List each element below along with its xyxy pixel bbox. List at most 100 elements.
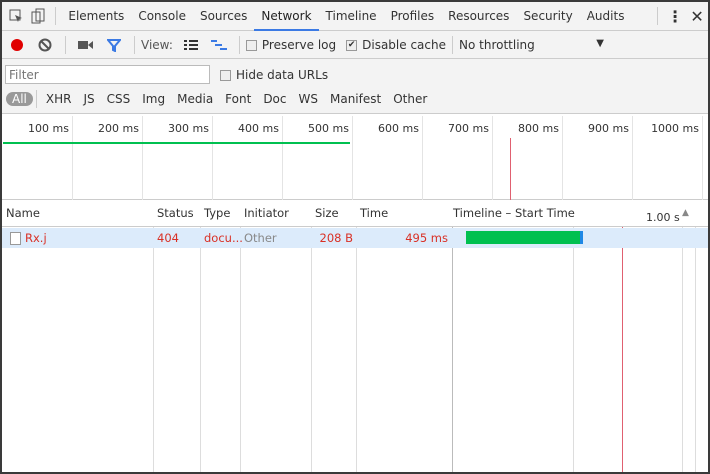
overview-tick: [72, 116, 73, 200]
preserve-log-label: Preserve log: [261, 37, 337, 52]
row-size: 208 B: [319, 231, 354, 245]
hide-data-urls-label: Hide data URLs: [236, 68, 329, 82]
overview-tick: [352, 116, 353, 200]
record-icon[interactable]: [6, 34, 28, 56]
filter-icon[interactable]: [103, 34, 125, 56]
devtools-window: Elements Console Sources Network Timelin…: [2, 2, 708, 472]
divider: [452, 35, 453, 54]
overview-tick: [632, 116, 633, 200]
inspect-element-icon[interactable]: [8, 5, 24, 27]
overview-tick-label: 100 ms: [28, 122, 69, 135]
network-toolbar: View: Preserve log ✔ Disable cache No thr…: [2, 31, 708, 59]
download-bar[interactable]: [580, 231, 583, 244]
divider: [54, 7, 56, 25]
header-time[interactable]: Time: [356, 200, 388, 227]
overview-tick-label: 200 ms: [98, 122, 139, 135]
header-type[interactable]: Type: [200, 200, 230, 227]
filter-media[interactable]: Media: [171, 92, 219, 106]
checkbox[interactable]: [245, 39, 257, 51]
overview-tick: [212, 116, 213, 200]
tab-network[interactable]: Network: [254, 2, 319, 31]
tab-audits[interactable]: Audits: [580, 2, 632, 31]
sort-ascending-icon: ▲: [682, 208, 689, 218]
checkbox[interactable]: [220, 70, 231, 81]
disable-cache-label: Disable cache: [362, 37, 446, 52]
divider: [238, 35, 240, 54]
overview-tick-label: 900 ms: [588, 122, 629, 135]
overview-tick-label: 800 ms: [518, 122, 559, 135]
filter-input[interactable]: [5, 65, 210, 84]
filter-other[interactable]: Other: [387, 92, 433, 106]
filter-xhr[interactable]: XHR: [40, 92, 78, 106]
overview-tick: [422, 116, 423, 200]
divider: [65, 35, 66, 54]
row-time: 495 ms: [405, 231, 448, 245]
overview-tick: [492, 116, 493, 200]
divider: [657, 7, 659, 25]
waterfall-overview-icon[interactable]: [208, 34, 230, 56]
throttling-value: No throttling: [459, 37, 535, 52]
resource-type-filters: All XHR JS CSS Img Media Font Doc WS Man…: [6, 90, 433, 108]
dropdown-arrow-icon: ▼: [596, 37, 604, 49]
tab-profiles[interactable]: Profiles: [384, 2, 442, 31]
header-initiator[interactable]: Initiator: [240, 200, 289, 227]
overview-tick: [282, 116, 283, 200]
filter-js[interactable]: JS: [77, 92, 100, 106]
overview-load-line: [510, 138, 511, 200]
tab-elements[interactable]: Elements: [61, 2, 131, 31]
tab-console[interactable]: Console: [131, 2, 193, 31]
overview-tick-label: 1000 ms: [651, 122, 699, 135]
row-status: 404: [157, 231, 179, 245]
tab-resources[interactable]: Resources: [441, 2, 516, 31]
overview-tick-label: 700 ms: [448, 122, 489, 135]
row-name[interactable]: Rx.j: [21, 228, 47, 248]
view-label: View:: [141, 37, 173, 52]
divider: [134, 35, 135, 54]
close-icon[interactable]: ✕: [689, 5, 705, 27]
overview-tick-label: 300 ms: [168, 122, 209, 135]
filter-bar: Hide data URLs All XHR JS CSS Img Media …: [2, 59, 708, 114]
row-initiator: Other: [244, 231, 277, 245]
overview-tick: [562, 116, 563, 200]
waiting-bar[interactable]: [466, 231, 580, 244]
throttling-select[interactable]: No throttling ▼: [459, 38, 604, 52]
overview-tick: [142, 116, 143, 200]
capture-screenshots-icon[interactable]: [75, 34, 97, 56]
file-icon: [6, 228, 21, 248]
overview-tick: [702, 116, 703, 200]
large-rows-icon[interactable]: [180, 34, 202, 56]
filter-manifest[interactable]: Manifest: [324, 92, 387, 106]
overview-tick-label: 400 ms: [238, 122, 279, 135]
timeline-overview[interactable]: 100 ms 200 ms 300 ms 400 ms 500 ms 600 ms 700 …: [2, 116, 708, 200]
header-name[interactable]: Name: [2, 200, 40, 227]
tab-sources[interactable]: Sources: [193, 2, 254, 31]
overview-request-bar: [3, 142, 350, 144]
filter-doc[interactable]: Doc: [257, 92, 292, 106]
clear-icon[interactable]: [34, 34, 56, 56]
timeline-scale-label: 1.00 s: [646, 211, 680, 224]
filter-ws[interactable]: WS: [293, 92, 324, 106]
filter-img[interactable]: Img: [136, 92, 171, 106]
hide-data-urls-checkbox[interactable]: Hide data URLs: [220, 68, 328, 82]
filter-all[interactable]: All: [6, 92, 33, 106]
filter-font[interactable]: Font: [219, 92, 257, 106]
row-type: docu...: [204, 231, 243, 245]
header-status[interactable]: Status: [153, 200, 194, 227]
header-timeline[interactable]: Timeline – Start Time: [451, 200, 575, 227]
table-header: Name Status Type Initiator Size Time Tim…: [2, 200, 708, 227]
divider: [35, 90, 37, 108]
more-options-icon[interactable]: ⋮: [667, 5, 683, 27]
preserve-log-checkbox[interactable]: Preserve log: [245, 37, 337, 52]
tab-security[interactable]: Security: [516, 2, 579, 31]
overview-tick-label: 600 ms: [378, 122, 419, 135]
overview-tick-label: 500 ms: [308, 122, 349, 135]
checkbox-checked[interactable]: ✔: [346, 39, 358, 51]
tab-timeline[interactable]: Timeline: [319, 2, 384, 31]
table-row[interactable]: Rx.j 404 docu... Other 208 B 495 ms: [2, 228, 708, 248]
requests-table: Name Status Type Initiator Size Time Tim…: [2, 200, 708, 472]
header-size[interactable]: Size: [311, 200, 339, 227]
disable-cache-checkbox[interactable]: ✔ Disable cache: [346, 38, 446, 52]
device-mode-icon[interactable]: [30, 5, 46, 27]
filter-css[interactable]: CSS: [101, 92, 137, 106]
tab-bar: Elements Console Sources Network Timelin…: [2, 2, 708, 31]
